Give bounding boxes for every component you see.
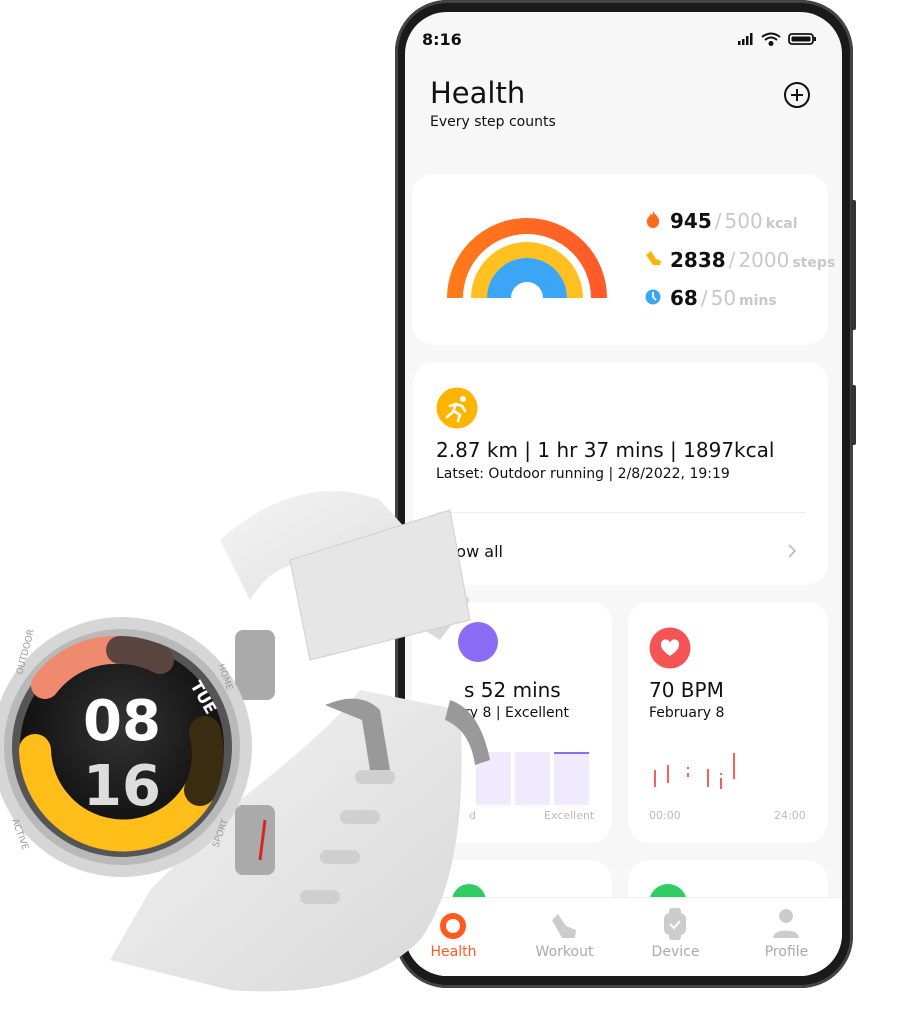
page-title: Health [430,76,526,110]
heart-rate-card[interactable]: 70 BPM February 8 00:00 24:00 [628,602,828,843]
watch-icon [664,908,686,940]
activity-rings [447,218,607,304]
activity-card[interactable]: 945/500 kcal 2838/2000 steps 68/50 mins [412,174,835,345]
sleep-axis-right: Excellent [544,809,595,822]
status-time: 8:16 [422,30,462,49]
shoe-icon [552,914,576,938]
battery-icon [788,33,816,45]
steps-stat: 2838/2000 steps [645,248,835,272]
phone-side-button [851,200,856,330]
shoe-icon [646,251,661,265]
minutes-stat: 68/50 mins [645,286,777,310]
heart-rate-date: February 8 [649,705,725,721]
crown-button-top [235,630,275,700]
page-subtitle: Every step counts [430,114,556,130]
wifi-icon [761,32,781,46]
signal-icon [738,33,753,45]
sleep-bar [515,752,550,805]
calories-stat: 945/500 kcal [645,209,798,233]
person-icon [773,909,799,938]
heart-icon [649,627,691,669]
heart-rate-chart [654,753,735,789]
phone-side-button [851,385,856,445]
smartwatch-image: 08 16 TUE OUTDOOR HOME SPORT ACTIVE [0,491,490,992]
crown-button-bottom [235,805,275,875]
flame-icon [646,211,660,228]
heart-rate-value: 70 BPM [649,678,724,702]
status-icons [738,32,816,46]
heart-axis-start: 00:00 [649,809,681,822]
workout-summary: 2.87 km | 1 hr 37 mins | 1897kcal [436,438,775,462]
watch-minute: 16 [83,754,161,819]
sleep-bar [554,752,589,805]
plus-circle-icon[interactable] [783,81,811,109]
chevron-right-icon[interactable] [787,543,797,559]
running-icon [436,387,478,429]
heart-axis-end: 24:00 [774,809,806,822]
watch-hour: 08 [83,689,161,754]
clock-icon [645,289,661,305]
